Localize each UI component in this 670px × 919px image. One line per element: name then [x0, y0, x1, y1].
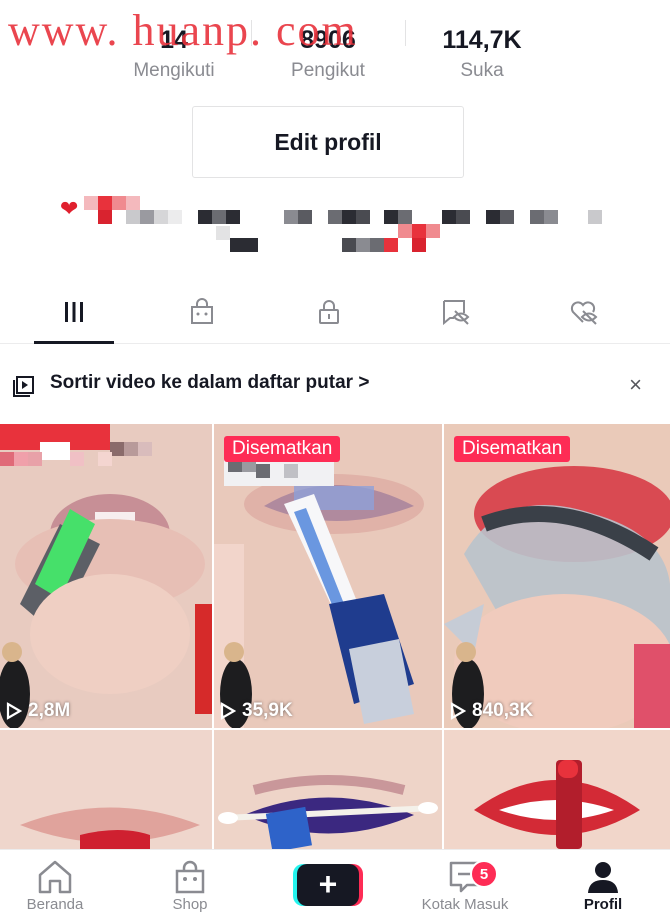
followers-label: Pengikut: [291, 60, 365, 81]
edit-profile-button[interactable]: Edit profil: [192, 106, 464, 178]
nav-inbox-label: Kotak Masuk: [421, 896, 509, 913]
view-count-value: 35,9K: [242, 700, 293, 721]
video-grid: 2,8M Disematkan 35,9K Disematkan 840,3K: [0, 424, 670, 849]
video-thumbnail-image: [444, 730, 670, 849]
video-thumbnail-1[interactable]: 2,8M: [0, 424, 212, 728]
tab-liked[interactable]: [544, 280, 624, 344]
shopping-bag-icon: [191, 298, 213, 324]
nav-profile-label: Profil: [583, 896, 623, 913]
play-icon: [450, 702, 466, 720]
playlist-prompt-label: Sortir video ke dalam daftar putar: [50, 372, 354, 393]
video-thumbnail-image: [214, 730, 442, 849]
tab-private[interactable]: [289, 280, 369, 344]
video-thumbnail-image: [0, 730, 212, 849]
lock-icon: [319, 300, 339, 324]
playlist-prompt[interactable]: Sortir video ke dalam daftar putar > ×: [0, 364, 670, 406]
close-icon[interactable]: ×: [629, 372, 642, 398]
playlist-icon: [13, 376, 34, 397]
nav-inbox[interactable]: Kotak Masuk 5: [410, 858, 520, 914]
nav-home-label: Beranda: [26, 896, 84, 913]
profile-tabs: [0, 280, 670, 344]
following-label: Mengikuti: [133, 60, 215, 81]
tab-reposts[interactable]: [416, 280, 496, 344]
nav-shop[interactable]: Shop: [135, 858, 245, 914]
stat-divider: [405, 20, 406, 46]
chevron-right-icon: >: [358, 372, 370, 393]
view-count-value: 2,8M: [28, 700, 71, 721]
likes-label: Suka: [460, 60, 504, 81]
watermark-text: www. huanp. com: [8, 6, 358, 55]
plus-icon: +: [318, 866, 338, 902]
nav-shop-label: Shop: [172, 896, 208, 913]
view-count: 2,8M: [6, 700, 70, 722]
video-thumbnail-2[interactable]: Disematkan 35,9K: [214, 424, 442, 728]
view-count: 35,9K: [220, 700, 293, 722]
bottom-navigation: Beranda Shop + Kotak Masuk 5 Profil: [0, 849, 670, 919]
video-thumbnail-image: [444, 424, 670, 728]
view-count: 840,3K: [450, 700, 533, 722]
heart-emoji-icon: ❤: [60, 196, 79, 221]
play-icon: [220, 702, 236, 720]
view-count-value: 840,3K: [472, 700, 534, 721]
pinned-badge: Disematkan: [454, 436, 571, 462]
active-tab-indicator: [34, 341, 114, 344]
home-icon: [38, 860, 72, 894]
stat-likes[interactable]: 114,7K Suka: [406, 24, 558, 90]
hidden-heart-icon: [570, 301, 598, 325]
video-thumbnail-3[interactable]: Disematkan 840,3K: [444, 424, 670, 728]
video-thumbnail-4[interactable]: [0, 730, 212, 849]
create-button[interactable]: +: [293, 862, 363, 908]
profile-bio-censored: ❤: [58, 196, 618, 258]
grid-icon: [65, 302, 83, 322]
tab-videos[interactable]: [34, 280, 114, 344]
nav-profile[interactable]: Profil: [548, 858, 658, 914]
video-thumbnail-image: [0, 424, 212, 728]
video-thumbnail-image: [214, 424, 442, 728]
notification-badge: 5: [470, 860, 498, 888]
nav-home[interactable]: Beranda: [0, 858, 110, 914]
pinned-badge: Disematkan: [224, 436, 341, 462]
play-icon: [6, 702, 22, 720]
video-thumbnail-6[interactable]: [444, 730, 670, 849]
profile-icon: [588, 862, 618, 893]
hidden-tag-icon: [443, 300, 470, 326]
likes-count: 114,7K: [442, 26, 522, 54]
shopping-bag-icon: [175, 860, 205, 894]
video-thumbnail-5[interactable]: [214, 730, 442, 849]
tab-shop[interactable]: [162, 280, 242, 344]
playlist-prompt-text[interactable]: Sortir video ke dalam daftar putar >: [50, 372, 369, 394]
